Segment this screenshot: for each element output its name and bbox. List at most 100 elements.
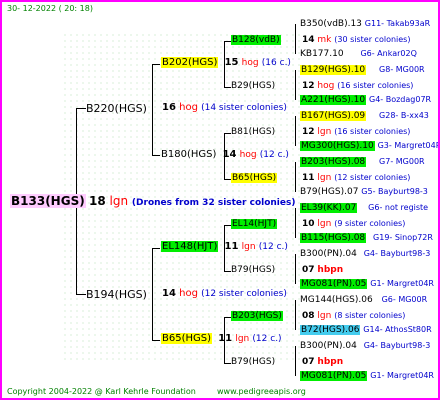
gen2-queen-4[interactable]: B65(HGS) (161, 333, 213, 344)
gen4-queen-7[interactable]: B203(HGS).08 (300, 157, 367, 167)
connector (224, 271, 231, 272)
gen4-row-5: B167(HGS).09 G28- B-xx43 (300, 111, 429, 121)
sister-colonies: (16 sister colonies) (337, 81, 414, 90)
drone-origin: hog (241, 58, 259, 68)
connector (224, 363, 231, 364)
origin-colony: - Bozdag07R (380, 95, 432, 104)
drone-origin: hog (179, 102, 198, 113)
origin-colony: - Margret04R (388, 141, 440, 150)
connector (224, 225, 231, 226)
origin-colony: - Takab93aR (381, 19, 431, 28)
gen4-queen-4[interactable]: A221(HGS).10 (300, 95, 367, 105)
connector (224, 41, 231, 42)
gen3-row-7: B203(HGS) (231, 311, 283, 321)
gen4-queen-2[interactable]: KB177.10 (300, 49, 344, 59)
generation-code: G1 (370, 371, 382, 380)
gen4-row-13: MG144(HGS).06 G6- MG00R (300, 296, 427, 305)
copyright-notice: Copyright 2004-2022 @ Karl Kehrle Founda… (7, 387, 196, 396)
drone-count: 07 (302, 265, 315, 275)
connector (76, 108, 86, 109)
gen4-row-15: B300(PN).04 G4- Bayburt98-3 (300, 342, 430, 351)
gen4-row-9: EL39(KK).07 G6- not registe (300, 203, 429, 213)
sister-colonies: (8 sister colonies) (334, 311, 406, 320)
root-queen[interactable]: B133(HGS) (10, 194, 86, 208)
root-drone-colonies: (Drones from 32 sister colonies) (131, 198, 296, 208)
generation-code: G3 (377, 141, 389, 150)
origin-colony: - Bayburt98-3 (372, 187, 428, 196)
origin-colony: - MG00R (390, 65, 425, 74)
gen2-row-3: EL148(HJT) 11 lgn (12 c.) (161, 241, 288, 252)
gen4-queen-12[interactable]: MG081(PN).05 (300, 279, 368, 289)
gen3-queen-2[interactable]: B29(HGS) (231, 82, 275, 91)
origin-colony: - MG00R (390, 157, 425, 166)
connector (295, 208, 296, 238)
connector (224, 133, 231, 134)
gen1-queen-1[interactable]: B220(HGS) (86, 103, 147, 114)
generation-code: G6 (360, 49, 372, 58)
origin-colony: - not registe (379, 203, 429, 212)
gen3-queen-4[interactable]: B65(HGS) (231, 173, 278, 183)
gen4-queen-3[interactable]: B129(HGS).10 (300, 65, 367, 75)
connector (295, 254, 296, 284)
drone-count: 11 (302, 173, 315, 183)
gen2-queen-1[interactable]: B202(HGS) (161, 57, 219, 68)
sister-colonies: (12 c.) (252, 334, 282, 344)
origin-colony: - B-xx43 (395, 111, 429, 120)
website-link[interactable]: www.pedigreeapis.org (217, 388, 306, 396)
gen2-queen-3[interactable]: EL148(HJT) (161, 241, 219, 252)
gen4-queen-14[interactable]: B72(HGS).06 (300, 325, 361, 335)
drone-count: 12 (302, 81, 315, 91)
gen3-queen-3[interactable]: B81(HGS) (231, 128, 275, 137)
gen4-queen-16[interactable]: MG081(PN).05 (300, 371, 368, 381)
generation-code: G14 (363, 325, 380, 334)
drone-count: 07 (302, 357, 315, 367)
gen4-queen-9[interactable]: EL39(KK).07 (300, 203, 358, 213)
report-date: 30- 12-2022 ( 20: 18) (7, 4, 93, 13)
drone-origin: lgn (241, 242, 256, 252)
gen4-row-1: B350(vdB).13 G11- Takab93aR (300, 20, 430, 29)
drone-count: 11 (218, 333, 233, 344)
gen3-queen-7[interactable]: B203(HGS) (231, 311, 283, 321)
gen1-queen-2[interactable]: B194(HGS) (86, 289, 147, 300)
gen3-queen-5[interactable]: EL14(HJT) (231, 219, 278, 229)
gen2-queen-2[interactable]: B180(HGS) (161, 149, 216, 160)
generation-code: G8 (379, 65, 391, 74)
sister-colonies: (16 sister colonies) (334, 127, 411, 136)
gen4-queen-10[interactable]: B115(HGS).08 (300, 233, 367, 243)
origin-colony: - Margret04R (381, 279, 434, 288)
generation-code: G19 (373, 233, 390, 242)
gen2-row-1: B202(HGS) 15 hog (16 c.) (161, 57, 291, 68)
gen4-row-14: B72(HGS).06 G14- AthosSt80R (300, 325, 432, 335)
gen4-row-3: B129(HGS).10 G8- MG00R (300, 65, 425, 75)
connector (224, 87, 231, 88)
connector (152, 248, 153, 340)
generation-code: G6 (368, 203, 380, 212)
gen4-queen-13[interactable]: MG144(HGS).06 (300, 295, 373, 305)
connector (152, 64, 160, 65)
gen4-row-7: B203(HGS).08 G7- MG00R (300, 157, 425, 167)
gen4-queen-15[interactable]: B300(PN).04 (300, 341, 357, 351)
drone-count: 14 (162, 288, 176, 299)
gen3-row-5: EL14(HJT) (231, 219, 278, 229)
drone-count: 11 (224, 241, 239, 252)
gen3-queen-6[interactable]: B79(HGS) (231, 266, 275, 275)
gen4-queen-5[interactable]: B167(HGS).09 (300, 111, 367, 121)
gen3-queen-8[interactable]: B79(HGS) (231, 358, 275, 367)
root-queen-row: B133(HGS) (10, 194, 86, 208)
connector (295, 162, 296, 192)
connector (224, 179, 231, 180)
gen4-queen-6[interactable]: MG300(HGS).10 (300, 141, 375, 151)
connector (152, 248, 160, 249)
gen3-drone-3: 12 lgn (16 sister colonies) (302, 128, 410, 137)
drone-origin: lgn (317, 219, 332, 229)
gen3-drone-8: 07 hbpn (302, 358, 343, 367)
generation-code: G4 (363, 249, 376, 258)
drone-origin: hog (317, 81, 335, 91)
gen4-queen-1[interactable]: B350(vdB).13 (300, 19, 362, 29)
root-drone-origin: lgn (109, 194, 129, 208)
gen4-queen-8[interactable]: B79(HGS).07 (300, 187, 358, 197)
gen3-queen-1[interactable]: B128(vdB) (231, 35, 281, 45)
drone-origin: hog (239, 150, 257, 160)
connector (152, 340, 160, 341)
gen4-queen-11[interactable]: B300(PN).04 (300, 249, 357, 259)
